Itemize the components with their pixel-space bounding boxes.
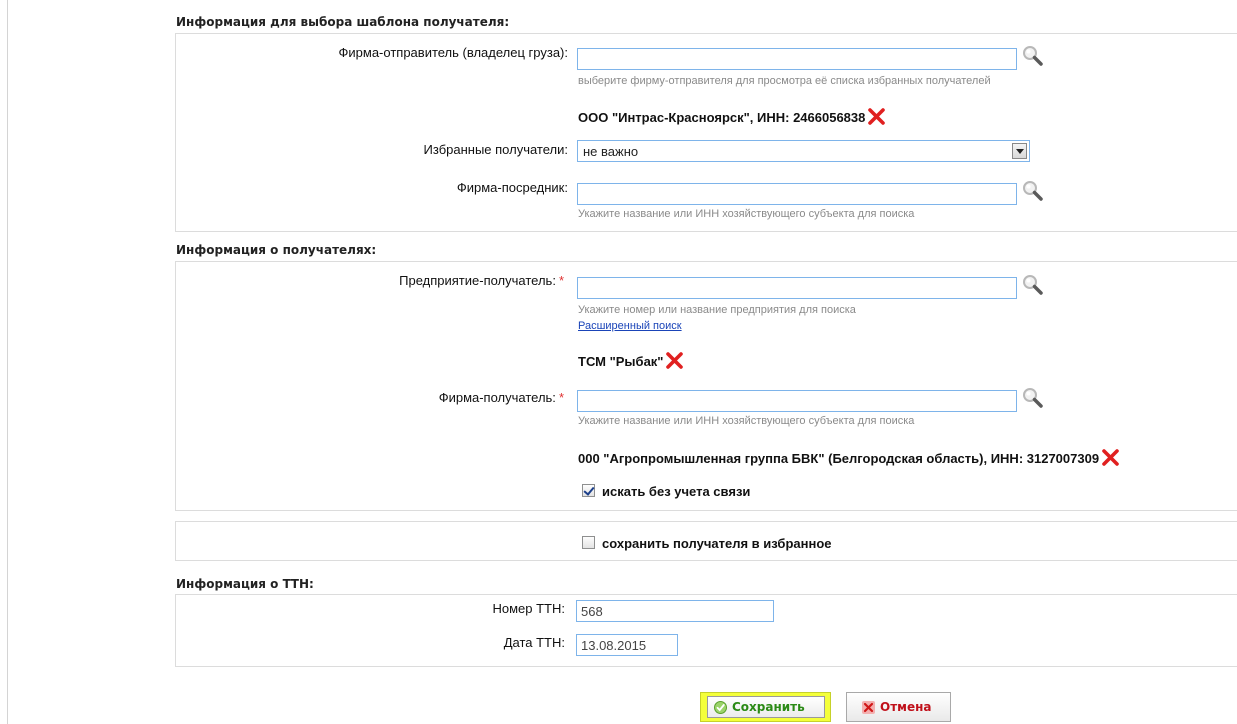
sender-selected-text: ООО "Интрас-Красноярск", ИНН: 2466056838 xyxy=(578,110,866,125)
chevron-down-icon[interactable] xyxy=(1012,143,1027,159)
favorites-selected-value: не важно xyxy=(583,144,639,159)
advanced-search-link[interactable]: Расширенный поиск xyxy=(578,320,682,332)
intermediary-hint: Укажите название или ИНН хозяйствующего … xyxy=(578,208,915,220)
ttn-date-input[interactable] xyxy=(576,634,678,656)
favorites-label: Избранные получатели: xyxy=(423,142,568,157)
enterprise-hint: Укажите номер или название предприятия д… xyxy=(578,304,856,316)
firm-input[interactable] xyxy=(577,390,1017,412)
save-favorite-checkbox[interactable] xyxy=(582,536,595,549)
save-button[interactable]: Сохранить xyxy=(700,692,831,722)
intermediary-input[interactable] xyxy=(577,183,1017,205)
template-section-title: Информация для выбора шаблона получателя… xyxy=(176,15,510,29)
enterprise-input[interactable] xyxy=(577,277,1017,299)
save-button-label: Сохранить xyxy=(732,700,805,714)
required-mark: * xyxy=(558,390,564,405)
sender-search-icon[interactable] xyxy=(1020,44,1046,68)
firm-label: Фирма-получатель: * xyxy=(439,390,564,405)
enterprise-label-text: Предприятие-получатель: xyxy=(399,273,556,288)
favorites-select[interactable]: не важно xyxy=(577,140,1030,162)
ttn-number-label: Номер ТТН: xyxy=(492,601,565,616)
enterprise-search-icon[interactable] xyxy=(1020,273,1046,297)
enterprise-selected-value: ТСМ "Рыбак" xyxy=(578,352,684,369)
sender-label: Фирма-отправитель (владелец груза): xyxy=(338,45,568,60)
cancel-icon xyxy=(862,701,875,714)
intermediary-label: Фирма-посредник: xyxy=(456,180,568,195)
remove-sender-icon[interactable] xyxy=(868,108,886,125)
save-favorite-label: сохранить получателя в избранное xyxy=(602,536,832,551)
cancel-button[interactable]: Отмена xyxy=(846,692,951,722)
firm-selected-text: 000 "Агропромышленная группа БВК" (Белго… xyxy=(578,451,1100,466)
firm-hint: Укажите название или ИНН хозяйствующего … xyxy=(578,415,915,427)
ignore-link-checkbox[interactable] xyxy=(582,484,595,497)
cancel-button-label: Отмена xyxy=(880,700,932,714)
recipients-section-title: Информация о получателях: xyxy=(176,243,377,257)
enterprise-label: Предприятие-получатель: * xyxy=(399,273,564,288)
ttn-date-label: Дата ТТН: xyxy=(503,635,565,650)
firm-search-icon[interactable] xyxy=(1020,386,1046,410)
firm-selected-value: 000 "Агропромышленная группа БВК" (Белго… xyxy=(578,449,1119,466)
sender-selected-value: ООО "Интрас-Красноярск", ИНН: 2466056838 xyxy=(578,108,886,125)
intermediary-search-icon[interactable] xyxy=(1020,179,1046,203)
remove-firm-icon[interactable] xyxy=(1102,449,1119,466)
ttn-section-title: Информация о ТТН: xyxy=(176,577,314,591)
required-mark: * xyxy=(558,273,564,288)
page-left-border xyxy=(7,0,8,724)
ttn-number-input[interactable] xyxy=(576,600,774,622)
firm-label-text: Фирма-получатель: xyxy=(438,390,556,405)
enterprise-selected-text: ТСМ "Рыбак" xyxy=(578,354,664,369)
sender-input[interactable] xyxy=(577,48,1017,70)
ignore-link-label: искать без учета связи xyxy=(602,484,751,499)
save-button-face[interactable]: Сохранить xyxy=(707,696,825,718)
remove-enterprise-icon[interactable] xyxy=(666,352,684,369)
sender-hint: выберите фирму-отправителя для просмотра… xyxy=(578,75,991,87)
checkmark-icon xyxy=(714,701,727,714)
